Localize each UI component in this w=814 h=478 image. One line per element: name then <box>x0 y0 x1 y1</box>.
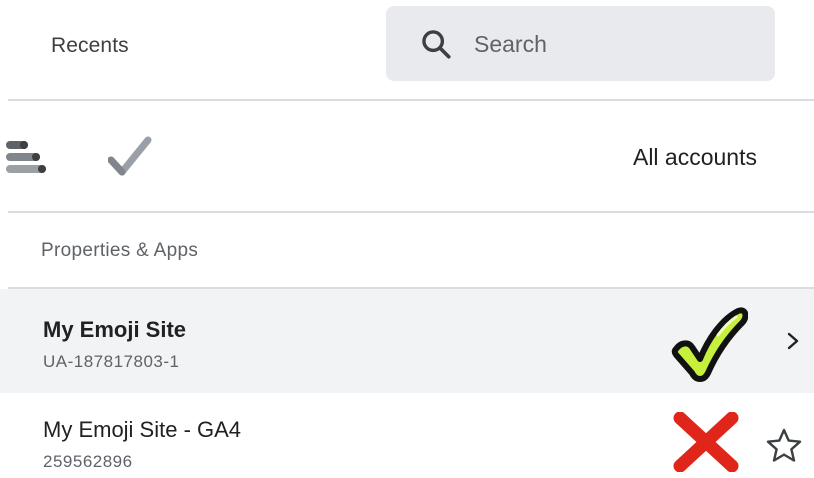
search-icon <box>422 30 451 59</box>
header-divider <box>8 99 814 101</box>
property-id: 259562896 <box>43 452 133 471</box>
check-filter-icon[interactable] <box>108 134 152 178</box>
property-name: My Emoji Site <box>43 317 187 342</box>
chevron-right-icon[interactable] <box>786 331 800 351</box>
star-icon[interactable] <box>764 426 804 466</box>
all-accounts-button[interactable]: All accounts <box>633 144 757 171</box>
analytics-logo-icon[interactable] <box>6 137 50 177</box>
list-item[interactable]: My Emoji Site UA-187817803-1 <box>0 289 814 393</box>
search-input[interactable] <box>474 28 754 60</box>
property-id: UA-187817803-1 <box>43 352 180 371</box>
cross-mark-emoji-icon <box>673 412 739 472</box>
property-name: My Emoji Site - GA4 <box>43 417 242 442</box>
section-heading: Properties & Apps <box>41 240 199 261</box>
search-box[interactable] <box>386 6 775 81</box>
filter-divider <box>8 211 814 213</box>
check-mark-emoji-icon <box>671 307 748 382</box>
tab-recents[interactable]: Recents <box>51 34 129 58</box>
list-item[interactable]: My Emoji Site - GA4 259562896 <box>0 393 814 478</box>
